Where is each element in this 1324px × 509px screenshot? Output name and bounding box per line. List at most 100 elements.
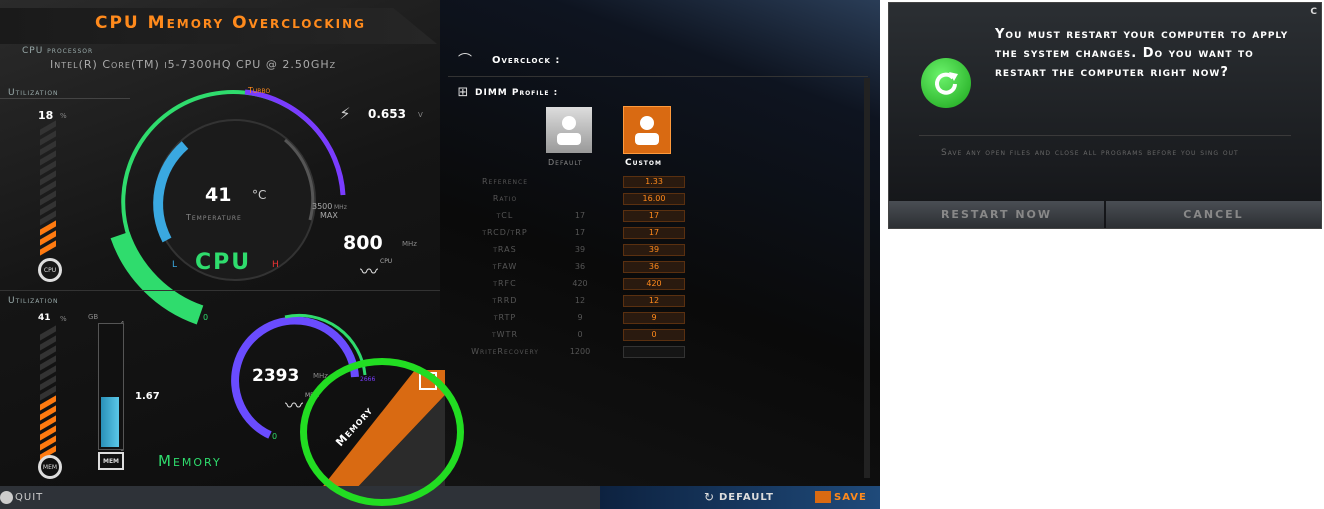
reset-icon[interactable]: ↻ xyxy=(704,490,714,504)
cpu-frequency-wave-icon: 〰 xyxy=(360,262,378,283)
memory-chip-icon: MEM xyxy=(98,452,124,470)
turbo-label: Turbo xyxy=(248,86,271,95)
dimm-profile-label: DIMM Profile : xyxy=(475,88,559,98)
cpu-utilization-bars xyxy=(40,120,56,256)
table-row: tCL 17 17 xyxy=(460,207,685,224)
cpu-fan-icon: CPU xyxy=(38,258,62,282)
cpu-fan-label: CPU xyxy=(43,266,57,274)
restart-now-button[interactable]: RESTART NOW xyxy=(889,201,1104,228)
row-label: tRRD xyxy=(492,296,518,305)
table-row: tRCD/tRP 17 17 xyxy=(460,224,685,241)
row-default: 1200 xyxy=(569,347,591,356)
row-label: tFAW xyxy=(492,262,518,271)
memory-utilization-value: 41 xyxy=(38,313,51,323)
refresh-arrow-icon xyxy=(935,72,958,95)
row-default: 17 xyxy=(574,211,586,220)
table-row: tFAW 36 36 xyxy=(460,258,685,275)
row-label: Reference xyxy=(481,177,529,186)
row-label: tRCD/tRP xyxy=(482,228,528,237)
cpu-voltage-unit: V xyxy=(418,111,423,119)
cpu-utilization-value: 18 xyxy=(38,109,54,122)
user-icon xyxy=(635,116,659,145)
row-label: tRAS xyxy=(493,245,517,254)
memory-frequency-value: 2393 xyxy=(252,366,300,386)
timing-table: Reference 1.33 Ratio 16.00 tCL 17 17 tRCD/tR… xyxy=(460,173,685,360)
row-label: Ratio xyxy=(492,194,518,203)
row-custom-input[interactable]: 36 xyxy=(623,260,685,273)
quit-button[interactable]: QUIT xyxy=(15,492,43,503)
row-label: tCL xyxy=(496,211,514,220)
row-default: 17 xyxy=(574,228,586,237)
cancel-button[interactable]: CANCEL xyxy=(1106,201,1321,228)
save-button[interactable]: SAVE xyxy=(834,492,867,503)
table-row: tRFC 420 420 xyxy=(460,275,685,292)
restart-icon xyxy=(921,58,971,108)
scrollbar[interactable] xyxy=(864,78,870,478)
cpu-frequency-value: 800 xyxy=(343,232,383,254)
gauge-low-label: L xyxy=(172,260,178,270)
cpu-name-label: CPU xyxy=(195,250,252,275)
row-default: 420 xyxy=(572,279,588,288)
dialog-note: Save any open files and close all progra… xyxy=(941,148,1239,158)
overclocking-app-window: CPU Memory Overclocking CPU processor In… xyxy=(0,0,880,509)
table-row: tWTR 0 0 xyxy=(460,326,685,343)
cpu-temperature-unit: °C xyxy=(252,188,267,202)
table-row: WriteRecovery 1200 xyxy=(460,343,685,360)
overclock-label: Overclock : xyxy=(492,55,561,66)
row-custom-input[interactable]: 17 xyxy=(623,209,685,222)
row-custom-input[interactable]: 1.33 xyxy=(623,175,685,188)
memory-utilization-bars xyxy=(40,325,56,461)
app-title: CPU Memory Overclocking xyxy=(95,13,366,33)
row-custom-input[interactable]: 17 xyxy=(623,226,685,239)
row-custom-input[interactable]: 12 xyxy=(623,294,685,307)
memory-utilization-label: Utilization xyxy=(8,296,59,306)
dimm-icon: ⊞ xyxy=(457,84,469,100)
row-default: 12 xyxy=(574,296,586,305)
table-row: Ratio 16.00 xyxy=(460,190,685,207)
gauge-high-label: H xyxy=(272,260,279,270)
table-row: tRRD 12 12 xyxy=(460,292,685,309)
divider xyxy=(919,135,1291,136)
row-label: tRTP xyxy=(493,313,517,322)
cpu-frequency-icon-label: CPU xyxy=(380,258,393,265)
memory-used-value: 1.67 xyxy=(135,391,160,402)
cpu-max-unit: MHz xyxy=(334,204,347,211)
save-icon[interactable] xyxy=(815,491,831,503)
profile-default-label: Default xyxy=(548,158,583,167)
cpu-utilization-label: Utilization xyxy=(8,88,59,98)
row-default: 36 xyxy=(574,262,586,271)
memory-gb-label: GB xyxy=(88,313,99,321)
row-label: WriteRecovery xyxy=(471,347,539,356)
dialog-corner-label: C xyxy=(1310,7,1317,17)
quit-icon[interactable] xyxy=(0,491,13,504)
memory-fan-icon: MEM xyxy=(38,455,62,479)
profile-custom-button[interactable] xyxy=(623,106,671,154)
cpu-temperature-label: Temperature xyxy=(186,213,242,222)
memory-gauge-zero: 0 xyxy=(272,432,278,441)
cpu-temperature-value: 41 xyxy=(205,184,232,206)
row-custom-input[interactable]: 0 xyxy=(623,328,685,341)
row-custom-input[interactable]: 9 xyxy=(623,311,685,324)
overclock-icon: ⌒ xyxy=(458,53,472,69)
memory-utilization-unit: % xyxy=(60,315,67,323)
profile-default-button[interactable] xyxy=(546,107,592,153)
highlight-circle xyxy=(300,358,464,506)
row-default: 9 xyxy=(577,313,583,322)
row-custom-input[interactable] xyxy=(623,345,685,358)
restart-dialog: C You must restart your computer to appl… xyxy=(888,2,1322,229)
cpu-voltage-value: 0.653 xyxy=(368,107,406,121)
row-custom-input[interactable]: 39 xyxy=(623,243,685,256)
row-label: tWTR xyxy=(491,330,519,339)
memory-usage-track xyxy=(98,323,124,450)
row-custom-input[interactable]: 16.00 xyxy=(623,192,685,205)
row-custom-input[interactable]: 420 xyxy=(623,277,685,290)
dialog-message: You must restart your computer to apply … xyxy=(995,27,1289,80)
memory-chip-label: MEM xyxy=(102,457,120,465)
voltage-icon: ⚡ xyxy=(339,103,351,123)
cpu-utilization-unit: % xyxy=(60,112,67,120)
cpu-max-label: MAX xyxy=(320,211,338,220)
row-label: tRFC xyxy=(493,279,517,288)
default-button[interactable]: DEFAULT xyxy=(719,492,774,503)
row-default: 0 xyxy=(577,330,583,339)
divider xyxy=(448,76,868,77)
